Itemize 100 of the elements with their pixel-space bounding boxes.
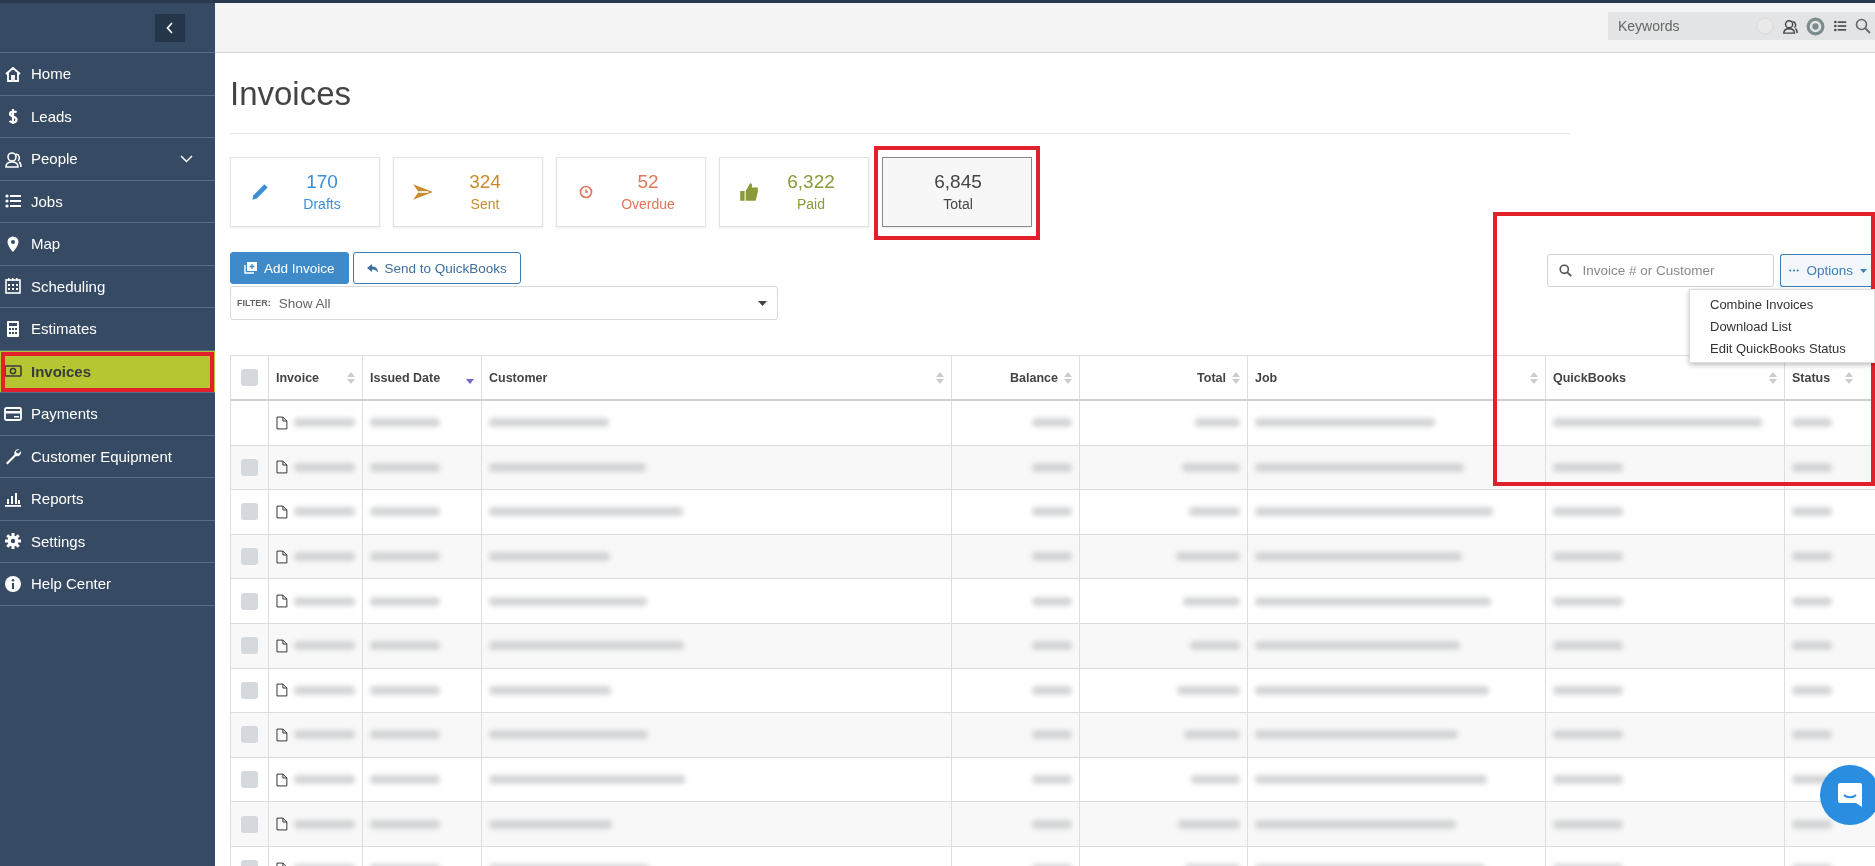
stat-label: Overdue — [621, 195, 675, 214]
collapse-sidebar-button[interactable] — [155, 13, 185, 42]
row-checkbox[interactable] — [241, 592, 258, 610]
document-icon[interactable] — [276, 817, 288, 832]
sidebar-item[interactable]: Help Center — [0, 563, 215, 606]
document-icon[interactable] — [276, 638, 288, 653]
sidebar-item[interactable]: Payments — [0, 393, 215, 436]
calendar-icon — [4, 277, 22, 296]
calculator-icon — [4, 319, 22, 338]
blurred-text — [293, 507, 355, 517]
row-checkbox[interactable] — [241, 503, 258, 521]
send-button[interactable]: Send to QuickBooks — [352, 252, 521, 284]
row-checkbox[interactable] — [241, 815, 258, 833]
stat-card[interactable]: 170 Drafts — [230, 157, 380, 227]
sort-icon[interactable] — [936, 371, 944, 384]
add-document-icon — [244, 262, 257, 274]
radio-target-icon[interactable] — [1806, 16, 1825, 36]
document-icon[interactable] — [276, 460, 288, 475]
caret-down-icon — [1860, 268, 1867, 273]
sort-icon[interactable] — [347, 371, 355, 384]
blurred-text — [1032, 507, 1072, 517]
pencil-icon — [249, 181, 271, 203]
stat-label: Paid — [797, 195, 825, 214]
blurred-text — [1189, 507, 1240, 517]
menu-item[interactable]: Edit QuickBooks Status — [1690, 338, 1874, 360]
sidebar-item[interactable]: Scheduling — [0, 265, 215, 308]
sidebar-item[interactable]: Leads — [0, 95, 215, 138]
column-header[interactable]: Status — [1792, 370, 1831, 385]
sidebar-item[interactable]: Settings — [0, 520, 215, 563]
document-icon[interactable] — [276, 415, 288, 430]
document-icon[interactable] — [276, 594, 288, 609]
blurred-text — [1032, 552, 1072, 562]
list-icon[interactable] — [1833, 19, 1847, 33]
stat-card[interactable]: 6,845 Total — [882, 157, 1032, 227]
invoice-search-field[interactable]: Invoice # or Customer — [1547, 254, 1775, 287]
stat-count: 170 — [306, 170, 338, 194]
sort-icon[interactable] — [1769, 371, 1777, 384]
document-icon[interactable] — [276, 549, 288, 564]
sort-icon[interactable] — [1530, 371, 1538, 384]
row-checkbox[interactable] — [241, 548, 258, 566]
chat-button[interactable] — [1820, 765, 1875, 825]
row-checkbox[interactable] — [241, 458, 258, 476]
menu-item[interactable]: Download List — [1690, 316, 1874, 338]
add-invoice-button[interactable]: Add Invoice — [230, 252, 349, 284]
blurred-text — [293, 552, 355, 562]
credit-card-icon — [4, 404, 22, 423]
row-checkbox[interactable] — [241, 637, 258, 655]
info-icon — [4, 574, 22, 593]
blurred-text — [370, 507, 440, 517]
keywords-field[interactable]: Keywords — [1616, 14, 1748, 38]
stat-label: Total — [943, 195, 973, 214]
sidebar-item[interactable]: Invoices — [0, 350, 215, 393]
blurred-text — [1792, 730, 1832, 740]
column-header[interactable]: Customer — [489, 370, 548, 385]
blurred-text — [1184, 730, 1240, 740]
column-header[interactable]: Invoice — [276, 370, 320, 385]
blurred-text — [293, 596, 355, 606]
reply-arrow-icon — [366, 263, 378, 273]
column-header[interactable]: Issued Date — [370, 370, 441, 385]
blurred-text — [370, 418, 440, 428]
sidebar-item[interactable]: Home — [0, 53, 215, 96]
document-icon[interactable] — [276, 772, 288, 787]
row-checkbox[interactable] — [241, 771, 258, 789]
stat-label: Sent — [470, 195, 500, 214]
blurred-text — [1032, 641, 1072, 651]
blurred-text — [1792, 685, 1832, 695]
search-icon[interactable] — [1855, 18, 1871, 34]
column-header[interactable]: QuickBooks — [1553, 370, 1626, 385]
document-icon[interactable] — [276, 505, 288, 519]
chat-bubble-icon — [1835, 780, 1865, 810]
thumbs-up-icon — [738, 181, 760, 203]
sidebar-item[interactable]: Estimates — [0, 308, 215, 351]
blurred-text — [1553, 685, 1623, 695]
sort-icon[interactable] — [1232, 371, 1240, 384]
blurred-text — [1792, 418, 1832, 428]
people-icon[interactable] — [1782, 18, 1798, 34]
blurred-text — [370, 775, 440, 785]
sidebar-item[interactable]: Map — [0, 223, 215, 266]
row-checkbox[interactable] — [241, 726, 258, 744]
sidebar-item[interactable]: Jobs — [0, 180, 215, 223]
blurred-text — [1792, 596, 1832, 606]
keywords-search-field[interactable]: Keywords — [1608, 12, 1875, 40]
select-all-checkbox[interactable] — [241, 369, 258, 386]
sort-icon[interactable] — [1064, 371, 1072, 384]
sidebar-item[interactable]: People — [0, 138, 215, 181]
row-checkbox[interactable] — [241, 681, 258, 699]
blurred-text — [1553, 462, 1623, 472]
blurred-text — [1191, 775, 1240, 785]
menu-item[interactable]: Combine Invoices — [1690, 294, 1874, 316]
sidebar-item[interactable]: Reports — [0, 478, 215, 521]
column-header[interactable]: Job — [1255, 370, 1278, 385]
wrench-icon — [4, 447, 22, 466]
filter-dropdown[interactable]: FILTER: Show All — [230, 286, 778, 320]
document-icon[interactable] — [276, 727, 288, 742]
blurred-text — [1553, 596, 1623, 606]
column-header[interactable]: Balance — [1010, 370, 1058, 385]
column-header[interactable]: Total — [1197, 370, 1226, 385]
sort-icon[interactable] — [1845, 371, 1853, 384]
sidebar-item[interactable]: Customer Equipment — [0, 435, 215, 478]
document-icon[interactable] — [276, 683, 288, 698]
